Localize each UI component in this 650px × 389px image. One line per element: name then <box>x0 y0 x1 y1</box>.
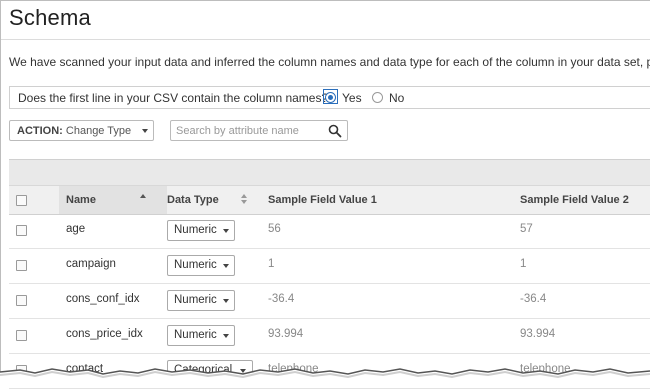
sample-value-2: 57 <box>520 223 533 235</box>
row-checkbox[interactable] <box>16 260 27 271</box>
no-radio-label[interactable]: No <box>389 91 404 105</box>
data-type-column-header[interactable]: Data Type <box>167 194 219 206</box>
select-all-checkbox[interactable] <box>16 195 27 206</box>
data-type-value: Numeric <box>174 329 217 341</box>
no-radio[interactable] <box>372 92 383 103</box>
chevron-down-icon <box>223 334 229 338</box>
action-prefix: ACTION: <box>17 125 63 137</box>
action-value: Change Type <box>65 125 132 137</box>
title-divider <box>1 39 650 40</box>
torn-edge <box>0 368 650 382</box>
csv-header-question-bar: Does the first line in your CSV contain … <box>9 86 650 109</box>
table-header-row: Name Data Type Sample Field Value 1 Samp… <box>9 185 650 215</box>
data-type-value: Numeric <box>174 294 217 306</box>
data-type-value: Numeric <box>174 224 217 236</box>
chevron-down-icon <box>223 264 229 268</box>
sample-value-2: -36.4 <box>520 293 547 305</box>
sample-value-1: 93.994 <box>268 328 304 340</box>
sort-icon[interactable] <box>241 194 248 204</box>
sample-value-2: 1 <box>520 258 527 270</box>
search-input[interactable] <box>176 123 321 138</box>
attribute-name: cons_conf_idx <box>66 293 140 305</box>
row-checkbox[interactable] <box>16 225 27 236</box>
data-type-dropdown[interactable]: Numeric <box>167 325 235 346</box>
attribute-search-box[interactable] <box>170 120 348 141</box>
chevron-down-icon <box>223 229 229 233</box>
data-type-value: Numeric <box>174 259 217 271</box>
sample-value-1: 1 <box>268 258 275 270</box>
table-row: cons_price_idx Numeric 93.994 93.994 <box>9 319 650 354</box>
action-dropdown[interactable]: ACTION: Change Type <box>9 120 154 141</box>
table-row: campaign Numeric 1 1 <box>9 249 650 284</box>
attribute-name: age <box>66 223 86 235</box>
data-type-dropdown[interactable]: Numeric <box>167 255 235 276</box>
sample-value-2: 93.994 <box>520 328 556 340</box>
attribute-name: cons_price_idx <box>66 328 143 340</box>
data-type-dropdown[interactable]: Numeric <box>167 220 235 241</box>
sample-value-1: -36.4 <box>268 293 295 305</box>
search-icon[interactable] <box>328 124 342 138</box>
table-top-band <box>9 159 650 186</box>
yes-radio[interactable] <box>325 92 336 103</box>
table-row: cons_conf_idx Numeric -36.4 -36.4 <box>9 284 650 319</box>
yes-radio-label[interactable]: Yes <box>342 91 362 105</box>
sort-ascending-icon[interactable] <box>140 194 146 198</box>
row-checkbox[interactable] <box>16 295 27 306</box>
sample-value-1: 56 <box>268 223 281 235</box>
schema-panel: Schema We have scanned your input data a… <box>0 0 650 389</box>
sample2-column-header[interactable]: Sample Field Value 2 <box>520 194 629 206</box>
chevron-down-icon <box>142 129 148 133</box>
csv-header-question: Does the first line in your CSV contain … <box>18 91 329 105</box>
attribute-name: campaign <box>66 258 116 270</box>
chevron-down-icon <box>223 299 229 303</box>
page-title: Schema <box>9 5 91 30</box>
intro-text: We have scanned your input data and infe… <box>9 55 650 69</box>
row-checkbox[interactable] <box>16 330 27 341</box>
data-type-dropdown[interactable]: Numeric <box>167 290 235 311</box>
sample1-column-header[interactable]: Sample Field Value 1 <box>268 194 377 206</box>
name-column-header[interactable]: Name <box>66 194 96 206</box>
table-row: age Numeric 56 57 <box>9 214 650 249</box>
